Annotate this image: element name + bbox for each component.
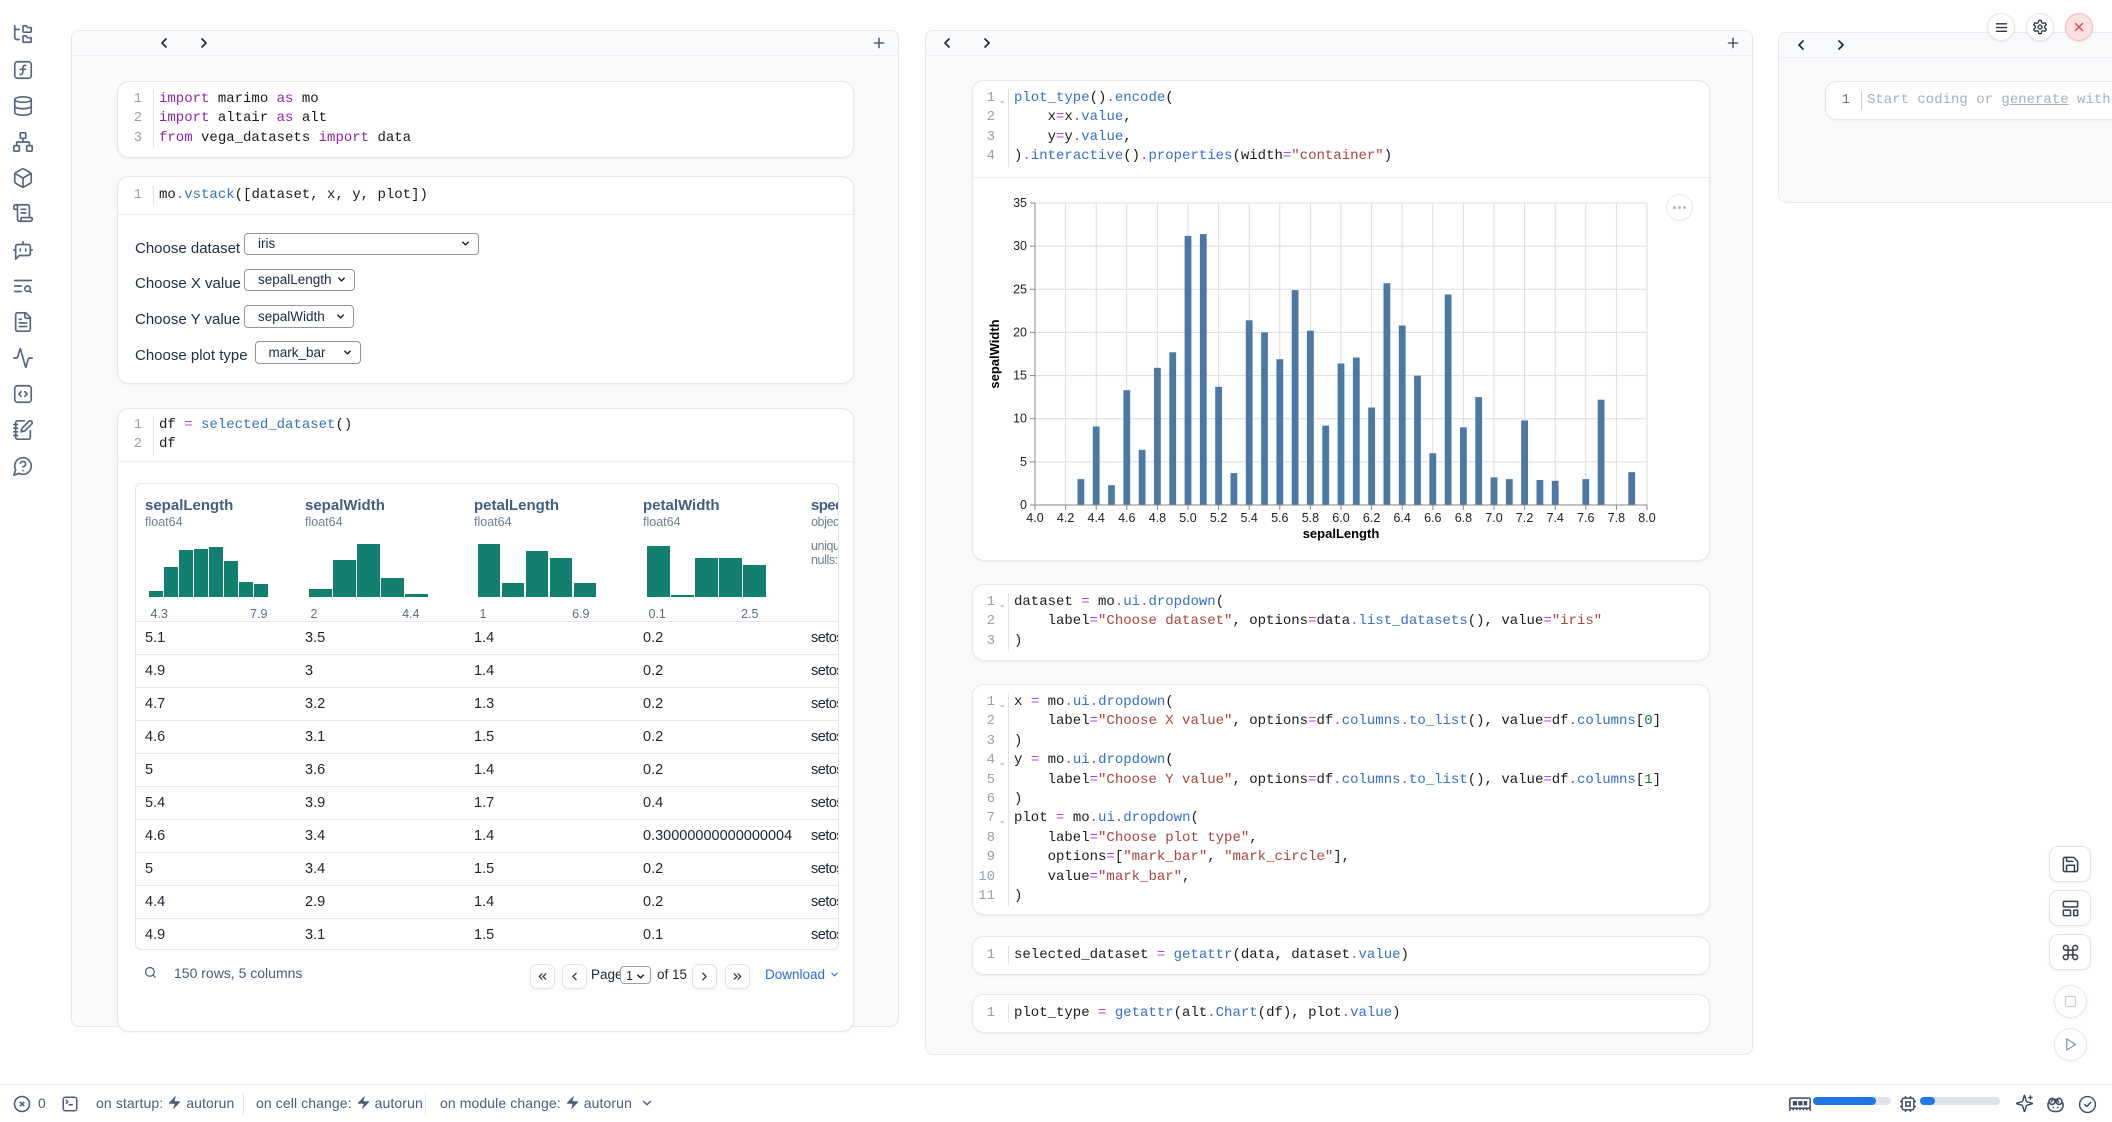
svg-text:6.8: 6.8	[1455, 511, 1472, 525]
svg-text:4.4: 4.4	[1088, 511, 1105, 525]
svg-text:sepalLength: sepalLength	[1303, 526, 1380, 541]
svg-text:25: 25	[1013, 282, 1027, 296]
svg-text:4.8: 4.8	[1149, 511, 1166, 525]
svg-text:6.0: 6.0	[1332, 511, 1349, 525]
svg-text:5.8: 5.8	[1302, 511, 1319, 525]
svg-text:4.0: 4.0	[1026, 511, 1043, 525]
svg-text:30: 30	[1013, 239, 1027, 253]
svg-text:6.6: 6.6	[1424, 511, 1441, 525]
svg-text:5.6: 5.6	[1271, 511, 1288, 525]
svg-text:15: 15	[1013, 369, 1027, 383]
svg-text:0: 0	[1020, 498, 1027, 512]
svg-text:6.2: 6.2	[1363, 511, 1380, 525]
svg-text:7.4: 7.4	[1547, 511, 1564, 525]
svg-text:8.0: 8.0	[1638, 511, 1655, 525]
svg-text:5.2: 5.2	[1210, 511, 1227, 525]
svg-text:6.4: 6.4	[1394, 511, 1411, 525]
svg-text:4.2: 4.2	[1057, 511, 1074, 525]
svg-text:35: 35	[1013, 196, 1027, 210]
svg-text:4.6: 4.6	[1118, 511, 1135, 525]
svg-text:20: 20	[1013, 325, 1027, 339]
svg-text:7.8: 7.8	[1608, 511, 1625, 525]
svg-text:5: 5	[1020, 455, 1027, 469]
svg-text:5.0: 5.0	[1179, 511, 1196, 525]
svg-text:5.4: 5.4	[1241, 511, 1258, 525]
svg-text:10: 10	[1013, 412, 1027, 426]
svg-text:7.6: 7.6	[1577, 511, 1594, 525]
svg-text:sepalWidth: sepalWidth	[987, 319, 1002, 388]
svg-text:7.2: 7.2	[1516, 511, 1533, 525]
svg-text:7.0: 7.0	[1485, 511, 1502, 525]
